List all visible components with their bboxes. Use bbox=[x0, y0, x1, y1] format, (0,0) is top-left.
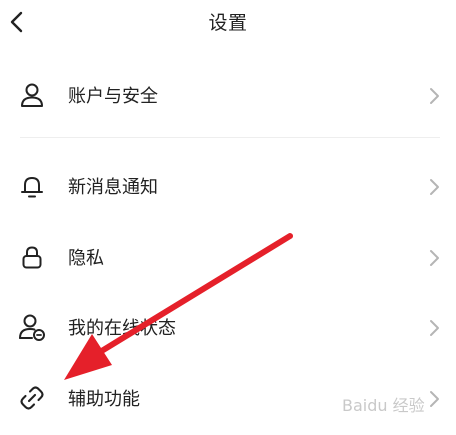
menu-item-label: 账户与安全 bbox=[68, 86, 158, 107]
watermark: Baidu 经验 bbox=[342, 396, 425, 415]
header: 设置 bbox=[0, 0, 456, 44]
menu-item-new-message-notify[interactable]: 新消息通知 bbox=[0, 156, 456, 216]
menu-item-online-status[interactable]: 我的在线状态 bbox=[0, 297, 456, 357]
page-title: 设置 bbox=[208, 12, 248, 34]
menu-item-privacy[interactable]: 隐私 bbox=[0, 227, 456, 287]
user-icon bbox=[17, 80, 47, 110]
user-status-icon bbox=[17, 312, 47, 342]
settings-page: 设置 账户与安全 新消息通知 隐私 我的在线状态 辅助功能 Baidu 经验 bbox=[0, 0, 456, 435]
chevron-right-icon bbox=[430, 391, 439, 407]
chevron-right-icon bbox=[430, 320, 439, 336]
section-divider bbox=[20, 137, 440, 138]
menu-item-label: 我的在线状态 bbox=[68, 318, 176, 339]
link-icon bbox=[17, 383, 47, 413]
chevron-right-icon bbox=[430, 250, 439, 266]
chevron-right-icon bbox=[430, 179, 439, 195]
menu-item-label: 辅助功能 bbox=[68, 389, 140, 410]
menu-item-account-security[interactable]: 账户与安全 bbox=[0, 65, 456, 125]
chevron-right-icon bbox=[430, 88, 439, 104]
lock-icon bbox=[17, 242, 47, 272]
menu-item-label: 隐私 bbox=[68, 248, 104, 269]
menu-item-label: 新消息通知 bbox=[68, 177, 158, 198]
bell-icon bbox=[17, 171, 47, 201]
